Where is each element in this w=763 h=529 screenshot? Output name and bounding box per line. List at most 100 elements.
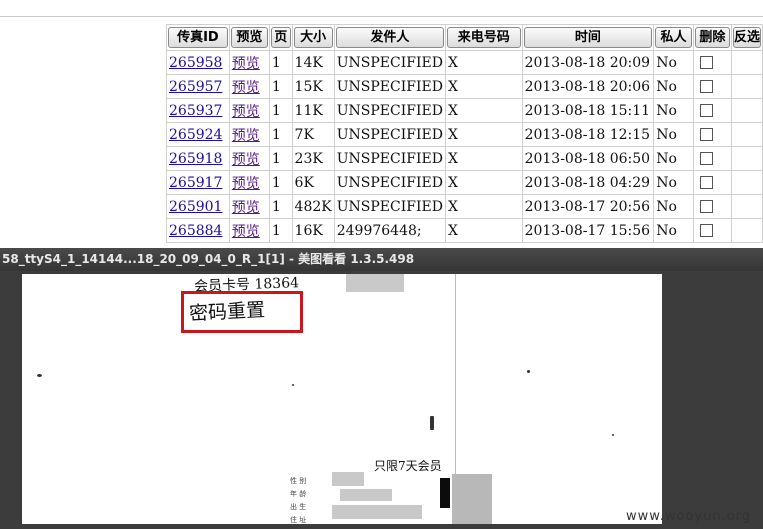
private-cell: No [653, 98, 694, 123]
printed-form-text: 住 址 [290, 516, 307, 524]
header-time[interactable]: 时间 [521, 24, 655, 51]
header-fax-id[interactable]: 传真ID [166, 24, 230, 51]
fax-id-link[interactable]: 265917 [169, 175, 222, 191]
invert-cell [730, 122, 763, 147]
fax-id-link[interactable]: 265901 [169, 199, 222, 215]
redaction-block [346, 274, 404, 292]
header-invert[interactable]: 反选 [730, 24, 763, 51]
delete-checkbox[interactable] [699, 56, 713, 69]
size-cell: 16K [291, 218, 335, 243]
invert-cell [730, 170, 763, 195]
time-cell: 2013-08-18 20:06 [521, 74, 655, 99]
delete-cell [692, 170, 732, 195]
preview-link[interactable]: 预览 [232, 200, 260, 216]
caller-cell: X [444, 146, 523, 171]
fax-id-link[interactable]: 265957 [169, 79, 222, 95]
sender-cell: UNSPECIFIED [333, 146, 446, 171]
header-pages[interactable]: 页 [268, 24, 293, 51]
caller-cell: X [444, 218, 523, 243]
top-toolbar [0, 0, 763, 17]
preview-link[interactable]: 预览 [232, 128, 260, 144]
caller-cell: X [444, 170, 523, 195]
viewer-title-bar[interactable]: 58_ttyS4_1_14144...18_20_09_04_0_R_1[1] … [0, 248, 763, 271]
caller-cell: X [444, 194, 523, 219]
sort-sender-button[interactable]: 发件人 [335, 27, 444, 48]
delete-checkbox[interactable] [699, 200, 713, 213]
caller-cell: X [444, 122, 523, 147]
sender-cell: UNSPECIFIED [333, 122, 446, 147]
preview-link[interactable]: 预览 [232, 56, 260, 72]
printed-form-text: 出 生 [290, 503, 307, 511]
private-cell: No [653, 194, 694, 219]
delete-checkbox[interactable] [699, 224, 713, 237]
pages-cell: 1 [268, 122, 293, 147]
sort-fax-id-button[interactable]: 传真ID [168, 27, 228, 48]
private-cell: No [653, 218, 694, 243]
delete-checkbox[interactable] [699, 104, 713, 117]
size-cell: 11K [291, 98, 335, 123]
time-cell: 2013-08-18 20:09 [521, 50, 655, 75]
header-delete[interactable]: 删除 [692, 24, 732, 51]
delete-cell [692, 194, 732, 219]
preview-link[interactable]: 预览 [232, 152, 260, 168]
invert-cell [730, 98, 763, 123]
preview-link[interactable]: 预览 [232, 224, 260, 240]
header-sender[interactable]: 发件人 [333, 24, 446, 51]
scan-speck [527, 370, 530, 373]
caller-cell: X [444, 98, 523, 123]
fax-id-link[interactable]: 265937 [169, 103, 222, 119]
table-header-row: 传真ID 预览 页 大小 发件人 来电号码 时间 私人 删除 反选 [166, 24, 763, 51]
delete-checkbox[interactable] [699, 152, 713, 165]
size-cell: 14K [291, 50, 335, 75]
sort-preview-button[interactable]: 预览 [230, 27, 268, 48]
header-private[interactable]: 私人 [653, 24, 694, 51]
private-cell: No [653, 122, 694, 147]
table-row: 265937 预览 1 11K UNSPECIFIED X 2013-08-18… [166, 98, 763, 123]
fax-id-link[interactable]: 265924 [169, 127, 222, 143]
preview-link[interactable]: 预览 [232, 176, 260, 192]
delete-checkbox[interactable] [699, 80, 713, 93]
delete-checkbox[interactable] [699, 128, 713, 141]
sort-size-button[interactable]: 大小 [293, 27, 333, 48]
fax-id-link[interactable]: 265884 [169, 223, 222, 239]
sender-cell: UNSPECIFIED [333, 170, 446, 195]
size-cell: 15K [291, 74, 335, 99]
pages-cell: 1 [268, 146, 293, 171]
header-caller[interactable]: 来电号码 [444, 24, 523, 51]
delete-button[interactable]: 删除 [694, 27, 730, 48]
private-cell: No [653, 74, 694, 99]
handwritten-note: 只限7天会员 [374, 459, 442, 473]
fax-id-link[interactable]: 265958 [169, 55, 222, 71]
time-cell: 2013-08-18 06:50 [521, 146, 655, 171]
sort-pages-button[interactable]: 页 [270, 27, 291, 48]
delete-cell [692, 74, 732, 99]
invert-cell [730, 194, 763, 219]
sort-private-button[interactable]: 私人 [655, 27, 692, 48]
watermark: www.wooyun.org [626, 509, 752, 524]
private-cell: No [653, 50, 694, 75]
sort-caller-button[interactable]: 来电号码 [446, 27, 521, 48]
header-preview[interactable]: 预览 [228, 24, 270, 51]
pages-cell: 1 [268, 74, 293, 99]
table-row: 265958 预览 1 14K UNSPECIFIED X 2013-08-18… [166, 50, 763, 75]
preview-link[interactable]: 预览 [232, 80, 260, 96]
size-cell: 23K [291, 146, 335, 171]
caller-cell: X [444, 74, 523, 99]
header-size[interactable]: 大小 [291, 24, 335, 51]
sender-cell: 249976448; [333, 218, 446, 243]
delete-checkbox[interactable] [699, 176, 713, 189]
table-row: 265901 预览 1 482K UNSPECIFIED X 2013-08-1… [166, 194, 763, 219]
preview-link[interactable]: 预览 [232, 104, 260, 120]
sender-cell: UNSPECIFIED [333, 98, 446, 123]
time-cell: 2013-08-18 12:15 [521, 122, 655, 147]
size-cell: 6K [291, 170, 335, 195]
printed-form-text: 年 龄 [290, 490, 307, 498]
pages-cell: 1 [268, 98, 293, 123]
scan-speck [612, 434, 614, 436]
sender-cell: UNSPECIFIED [333, 74, 446, 99]
pages-cell: 1 [268, 194, 293, 219]
invert-selection-button[interactable]: 反选 [732, 27, 761, 48]
fax-id-link[interactable]: 265918 [169, 151, 222, 167]
sort-time-button[interactable]: 时间 [523, 27, 653, 48]
left-panel [0, 17, 166, 246]
